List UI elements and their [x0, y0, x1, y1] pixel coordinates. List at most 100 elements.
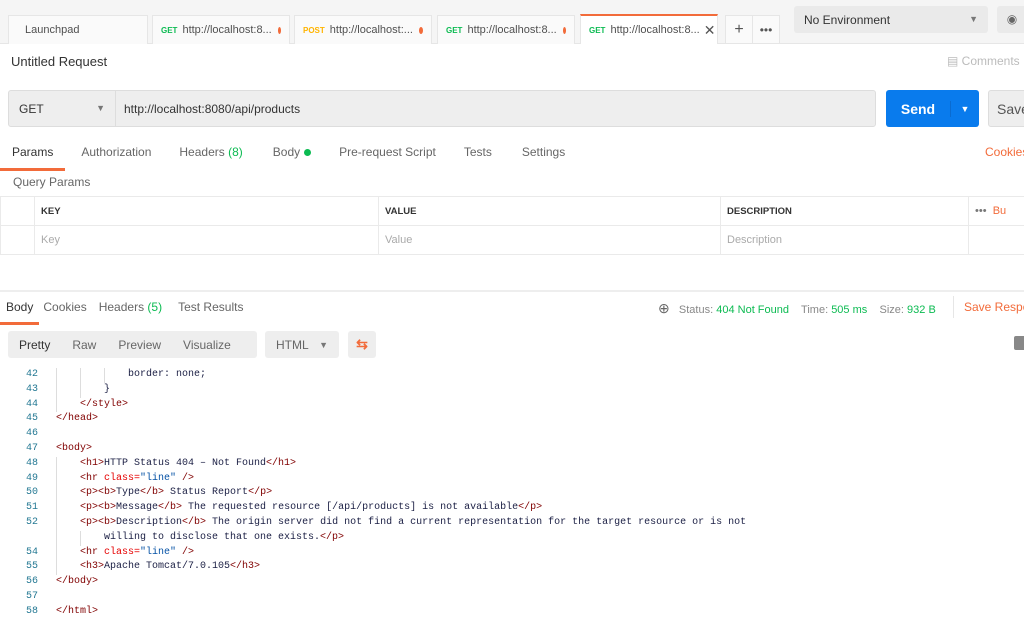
tab-params[interactable]: Params — [0, 140, 66, 171]
code-line: 55 <h3>Apache Tomcat/7.0.105</h3> — [0, 560, 1024, 576]
code-token-tag: </body> — [56, 576, 99, 588]
wrap-lines-button[interactable]: ⇆ — [348, 331, 376, 358]
row-handle — [0, 225, 35, 255]
tab-launchpad[interactable]: Launchpad — [8, 15, 148, 44]
tab-body[interactable]: Body — [261, 140, 323, 171]
caret-down-icon: ▼ — [969, 14, 978, 24]
caret-down-icon[interactable]: ▼ — [951, 104, 979, 114]
tab-label: Headers — [98, 300, 145, 314]
size-value[interactable]: 932 B — [907, 304, 936, 316]
globe-icon: ⊕ — [658, 300, 670, 316]
status-value[interactable]: 404 Not Found — [716, 304, 789, 316]
column-header-description: DESCRIPTION — [720, 196, 969, 226]
ellipsis-icon: ••• — [759, 22, 773, 37]
view-preview[interactable]: Preview — [107, 338, 172, 352]
response-code-view[interactable]: 42 border: none; 43} 44 </style> 45 </head> 46 4… — [0, 368, 1024, 620]
headers-count: (8) — [228, 145, 243, 159]
indent-guide — [104, 368, 105, 383]
environment-quick-look[interactable]: ◉ — [997, 6, 1024, 33]
tab-response-cookies[interactable]: Cookies — [39, 296, 90, 325]
bulk-edit-link[interactable]: Bu — [993, 205, 1006, 217]
size-label: Size: — [879, 304, 904, 316]
code-line: willing to disclose that one exists.</p> — [0, 530, 1024, 546]
tab-label: http://localhost:... — [329, 24, 413, 36]
environment-select[interactable]: No Environment ▼ — [794, 6, 988, 33]
close-icon[interactable]: ✕ — [704, 22, 716, 39]
code-token-tag: </p> — [320, 531, 345, 543]
code-token-txt: Description — [116, 516, 183, 528]
code-content — [40, 427, 56, 442]
code-content: border: none; — [40, 368, 206, 383]
comment-icon: ▤ — [947, 54, 962, 68]
code-content: </html> — [40, 605, 98, 620]
code-content: <hr class="line" /> — [40, 545, 195, 561]
view-visualize[interactable]: Visualize — [172, 338, 242, 352]
comments-button[interactable]: ▤ Comments — [947, 54, 1020, 68]
code-line: 56 </body> — [0, 575, 1024, 590]
comments-label: Comments — [961, 54, 1020, 68]
code-token-txt: Status Report — [164, 487, 249, 499]
code-token-txt: border: none; — [128, 369, 207, 380]
view-pretty[interactable]: Pretty — [8, 338, 61, 352]
tab-request-active[interactable]: GET http://localhost:8... ✕ — [580, 14, 718, 44]
tab-response-body[interactable]: Body — [0, 296, 40, 325]
tab-label: Launchpad — [25, 24, 80, 36]
tab-request-2[interactable]: POST http://localhost:... — [294, 15, 432, 44]
value-input[interactable]: Value — [378, 225, 721, 255]
line-number: 46 — [25, 428, 38, 440]
time-value[interactable]: 505 ms — [831, 304, 867, 316]
cookies-link[interactable]: Cookies — [985, 145, 1024, 159]
save-response-button[interactable]: Save Respo — [964, 300, 1024, 314]
code-token-tag: </h1> — [266, 457, 297, 469]
request-title: Untitled Request — [11, 54, 108, 69]
code-token-tag: <p><b> — [80, 516, 117, 528]
url-input[interactable]: http://localhost:8080/api/products — [116, 91, 308, 126]
caret-down-icon: ▼ — [96, 103, 105, 113]
indent-guide — [56, 560, 57, 576]
key-input[interactable]: Key — [34, 225, 379, 255]
code-token-tag: </html> — [56, 605, 99, 617]
eye-icon: ◉ — [1006, 12, 1018, 26]
send-button[interactable]: Send ▼ — [886, 90, 979, 127]
tab-authorization[interactable]: Authorization — [69, 140, 163, 171]
divider — [953, 296, 954, 318]
tab-settings[interactable]: Settings — [510, 140, 577, 171]
row-handle — [0, 196, 35, 226]
code-token-txt: } — [104, 383, 111, 395]
code-token-txt: HTTP Status 404 – Not Found — [104, 457, 267, 469]
tab-test-results[interactable]: Test Results — [170, 296, 251, 325]
code-token-tag: </b> — [182, 516, 207, 528]
indent-guide — [56, 368, 57, 383]
line-number: 58 — [25, 605, 38, 617]
status-label: Status: — [678, 304, 714, 316]
more-tabs-button[interactable]: ••• — [752, 15, 780, 44]
code-content: <p><b>Type</b> Status Report</p> — [40, 486, 272, 502]
code-content: <hr class="line" /> — [40, 471, 194, 487]
code-line: 52 <p><b>Description</b> The origin serve… — [0, 515, 1024, 531]
tab-response-headers[interactable]: Headers (5) — [91, 296, 170, 325]
indent-guide — [56, 382, 57, 398]
method-select[interactable]: GET ▼ — [9, 91, 116, 126]
description-input[interactable]: Description — [720, 225, 969, 255]
tab-prerequest-script[interactable]: Pre-request Script — [327, 140, 448, 171]
tab-label: http://localhost:8... — [467, 24, 557, 36]
code-token-tag: <hr — [80, 472, 105, 484]
caret-down-icon: ▼ — [319, 340, 328, 350]
code-content: </style> — [40, 397, 128, 413]
copy-icon[interactable] — [1014, 336, 1024, 350]
code-line: 43} — [0, 382, 1024, 398]
view-raw[interactable]: Raw — [61, 338, 107, 352]
tab-tests[interactable]: Tests — [452, 140, 504, 171]
line-number: 54 — [25, 546, 38, 558]
new-tab-button[interactable]: + — [725, 15, 753, 44]
tab-headers[interactable]: Headers (8) — [167, 140, 254, 171]
code-line: 51 <p><b>Message</b> The requested resour… — [0, 501, 1024, 516]
save-button[interactable]: Save — [988, 90, 1024, 127]
ellipsis-icon[interactable]: ••• — [975, 205, 987, 217]
code-token-tag: /> — [176, 546, 195, 558]
tab-request-1[interactable]: GET http://localhost:8... — [152, 15, 290, 44]
code-token-tag: </h3> — [230, 561, 261, 573]
tab-request-3[interactable]: GET http://localhost:8... — [437, 15, 575, 44]
format-select[interactable]: HTML ▼ — [265, 331, 339, 358]
url-bar: GET ▼ http://localhost:8080/api/products — [8, 90, 876, 127]
